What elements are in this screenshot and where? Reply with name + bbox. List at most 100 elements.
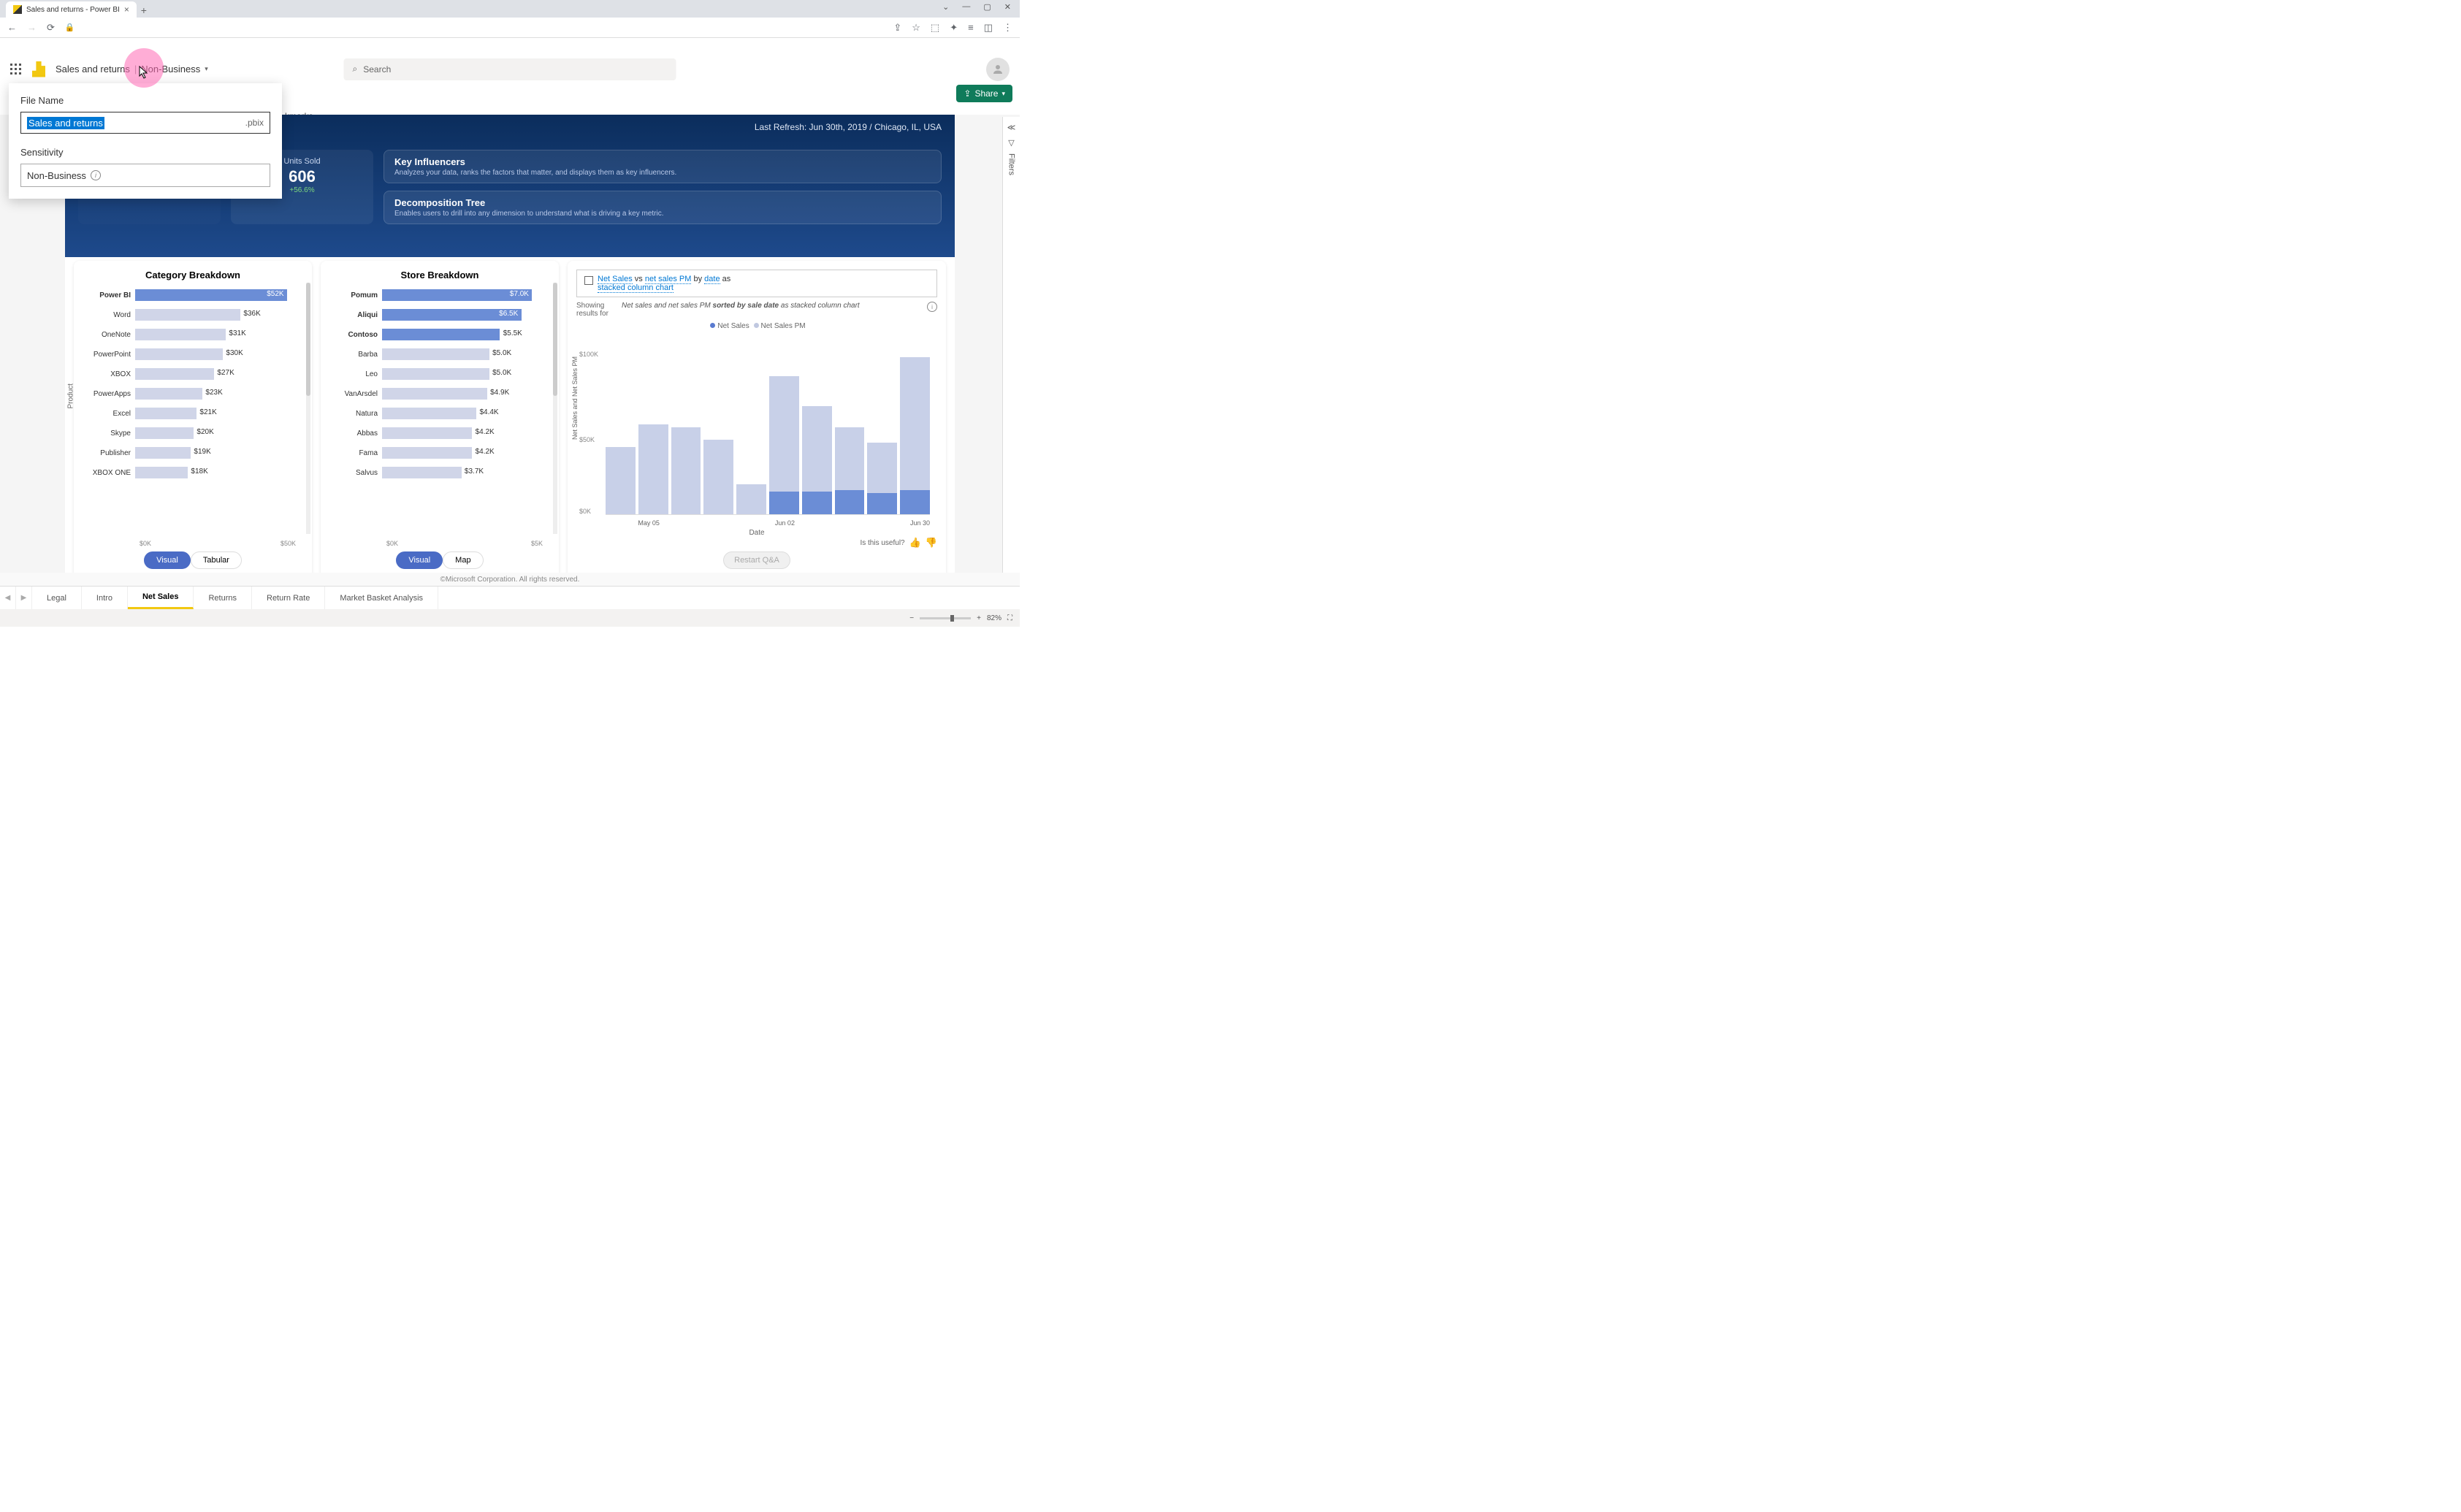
column-bar[interactable]	[703, 440, 733, 515]
search-input[interactable]: ⌕ Search	[344, 58, 676, 80]
bar-row[interactable]: Pomum$7.0K	[329, 286, 543, 304]
info-icon[interactable]: i	[927, 302, 937, 312]
column-bar[interactable]	[867, 443, 897, 514]
zoom-slider[interactable]	[920, 617, 971, 619]
bar-row[interactable]: OneNote$31K	[83, 326, 296, 343]
column-bar[interactable]	[606, 447, 636, 514]
extensions-puzzle-icon[interactable]: ⬚	[931, 22, 939, 34]
column-bar[interactable]	[769, 376, 799, 514]
status-bar: − + 82% ⛶	[0, 609, 1020, 627]
bar-row[interactable]: PowerApps$23K	[83, 385, 296, 402]
column-bar[interactable]	[736, 484, 766, 514]
side-panel-icon[interactable]: ◫	[984, 22, 993, 34]
zoom-value: 82%	[987, 614, 1001, 622]
bar-row[interactable]: Power BI$52K	[83, 286, 296, 304]
bar-row[interactable]: Abbas$4.2K	[329, 424, 543, 442]
window-controls: ⌄ — ▢ ✕	[934, 0, 1020, 14]
next-page-icon[interactable]: ▶	[16, 587, 32, 609]
column-bar[interactable]	[900, 357, 930, 514]
forward-icon[interactable]: →	[27, 22, 37, 33]
page-tab-legal[interactable]: Legal	[32, 587, 82, 609]
bar-row[interactable]: Salvus$3.7K	[329, 464, 543, 481]
chart-category-breakdown[interactable]: Category Breakdown Power BI$52KWord$36KO…	[74, 261, 312, 578]
tab-title: Sales and returns - Power BI	[26, 6, 120, 14]
rename-popup: File Name Sales and returns .pbix Sensit…	[9, 83, 282, 199]
bar-row[interactable]: Fama$4.2K	[329, 444, 543, 462]
qna-input[interactable]: Net Sales vs net sales PM by date as sta…	[576, 270, 937, 297]
column-bar[interactable]	[638, 424, 668, 514]
tab-close-icon[interactable]: ×	[124, 4, 129, 15]
bar-row[interactable]: XBOX$27K	[83, 365, 296, 383]
report-title: Sales and returns	[56, 64, 130, 75]
scrollbar[interactable]	[553, 283, 557, 534]
filter-icon: ▽	[1008, 138, 1014, 148]
column-bar[interactable]	[835, 427, 865, 514]
bar-row[interactable]: Word$36K	[83, 306, 296, 324]
toggle-map[interactable]: Map	[443, 551, 483, 569]
toggle-visual[interactable]: Visual	[396, 551, 443, 569]
chevron-down-icon[interactable]: ⌄	[942, 2, 949, 12]
browser-tab[interactable]: Sales and returns - Power BI ×	[6, 1, 137, 18]
bar-row[interactable]: Contoso$5.5K	[329, 326, 543, 343]
info-card-decomposition-tree[interactable]: Decomposition Tree Enables users to dril…	[384, 191, 942, 224]
bookmark-star-icon[interactable]: ☆	[912, 22, 920, 34]
chevron-down-icon: ▾	[1001, 90, 1005, 98]
column-bar[interactable]	[802, 406, 832, 514]
bar-row[interactable]: Publisher$19K	[83, 444, 296, 462]
file-name-input[interactable]: Sales and returns .pbix	[20, 112, 270, 134]
bar-row[interactable]: Natura$4.4K	[329, 405, 543, 422]
info-icon[interactable]: i	[91, 170, 101, 180]
bar-row[interactable]: PowerPoint$30K	[83, 345, 296, 363]
toggle-visual[interactable]: Visual	[144, 551, 191, 569]
restart-qna-button[interactable]: Restart Q&A	[723, 551, 790, 569]
search-placeholder: Search	[363, 64, 391, 75]
bar-row[interactable]: Barba$5.0K	[329, 345, 543, 363]
powerbi-favicon	[13, 5, 22, 14]
page-tab-returns[interactable]: Returns	[194, 587, 252, 609]
sensitivity-select[interactable]: Non-Business i	[20, 164, 270, 187]
bar-row[interactable]: Excel$21K	[83, 405, 296, 422]
page-tab-intro[interactable]: Intro	[82, 587, 128, 609]
reload-icon[interactable]: ⟳	[47, 22, 55, 34]
menu-dots-icon[interactable]: ⋮	[1003, 22, 1012, 34]
prev-page-icon[interactable]: ◀	[0, 587, 16, 609]
thumbs-up-icon[interactable]: 👍	[909, 537, 921, 549]
minimize-icon[interactable]: —	[962, 2, 970, 12]
page-tab-net-sales[interactable]: Net Sales	[128, 587, 194, 609]
share-page-icon[interactable]: ⇪	[893, 22, 901, 34]
bar-row[interactable]: XBOX ONE$18K	[83, 464, 296, 481]
fit-page-icon[interactable]: ⛶	[1007, 614, 1012, 622]
chart-store-breakdown[interactable]: Store Breakdown Pomum$7.0KAliqui$6.5KCon…	[321, 261, 559, 578]
filters-pane-collapsed[interactable]: ≪ ▽ Filters	[1002, 117, 1020, 587]
toggle-tabular[interactable]: Tabular	[191, 551, 242, 569]
powerbi-header: Sales and returns | Non-Business ▾ ⌕ Sea…	[0, 53, 1020, 85]
bar-row[interactable]: VanArsdel$4.9K	[329, 385, 543, 402]
bar-row[interactable]: Skype$20K	[83, 424, 296, 442]
copyright-text: ©Microsoft Corporation. All rights reser…	[0, 573, 1020, 587]
zoom-out-icon[interactable]: −	[909, 614, 914, 622]
scrollbar[interactable]	[306, 283, 310, 534]
page-tab-return-rate[interactable]: Return Rate	[252, 587, 325, 609]
search-icon: ⌕	[353, 64, 358, 75]
page-tab-market-basket-analysis[interactable]: Market Basket Analysis	[325, 587, 438, 609]
new-tab-button[interactable]: +	[137, 3, 151, 18]
report-title-area[interactable]: Sales and returns | Non-Business ▾	[56, 64, 208, 75]
lock-icon[interactable]: 🔒	[65, 23, 75, 32]
bar-row[interactable]: Leo$5.0K	[329, 365, 543, 383]
info-card-key-influencers[interactable]: Key Influencers Analyzes your data, rank…	[384, 150, 942, 183]
share-button[interactable]: ⇪ Share ▾	[956, 85, 1012, 102]
qna-icon	[584, 276, 593, 285]
close-window-icon[interactable]: ✕	[1004, 2, 1011, 12]
expand-icon[interactable]: ≪	[1007, 123, 1016, 132]
user-avatar[interactable]	[986, 58, 1010, 81]
app-launcher-icon[interactable]	[10, 64, 22, 75]
reading-list-icon[interactable]: ≡	[968, 22, 974, 33]
thumbs-down-icon[interactable]: 👎	[926, 537, 937, 549]
bar-row[interactable]: Aliqui$6.5K	[329, 306, 543, 324]
back-icon[interactable]: ←	[7, 22, 17, 33]
column-bar[interactable]	[671, 427, 701, 514]
extensions-icon[interactable]: ✦	[950, 22, 958, 34]
zoom-in-icon[interactable]: +	[977, 614, 981, 622]
chart-qna[interactable]: Net Sales vs net sales PM by date as sta…	[568, 261, 946, 578]
maximize-icon[interactable]: ▢	[983, 2, 991, 12]
